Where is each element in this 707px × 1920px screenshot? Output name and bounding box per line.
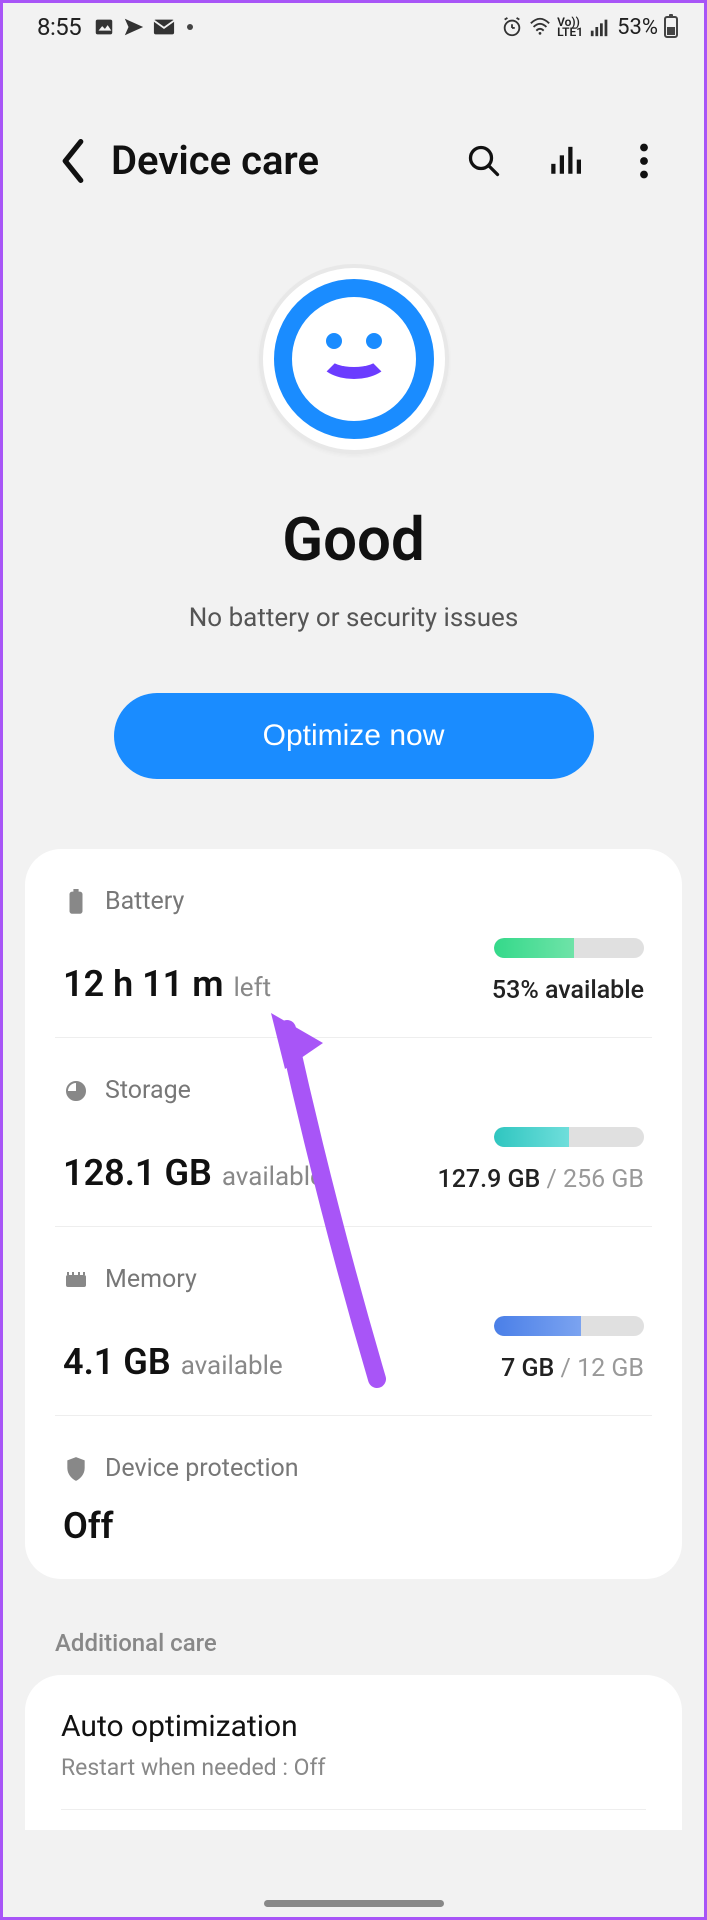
memory-label: Memory	[105, 1265, 197, 1294]
more-options-button[interactable]	[624, 141, 664, 181]
page-title: Device care	[111, 137, 464, 184]
app-header: Device care	[3, 47, 704, 224]
battery-available-text: 53% available	[492, 976, 644, 1005]
additional-care-card: Auto optimization Restart when needed : …	[25, 1675, 682, 1830]
device-status-hero: Good No battery or security issues Optim…	[3, 224, 704, 779]
shield-icon	[63, 1456, 89, 1482]
chart-button[interactable]	[544, 141, 584, 181]
auto-opt-title: Auto optimization	[61, 1709, 646, 1744]
status-right: Vo)) LTE1 53%	[501, 15, 678, 40]
status-title: Good	[43, 504, 664, 575]
protection-label: Device protection	[105, 1454, 299, 1483]
status-subtitle: No battery or security issues	[43, 603, 664, 633]
battery-percent: 53%	[617, 15, 658, 40]
storage-value: 128.1 GB	[63, 1152, 212, 1194]
storage-icon	[63, 1078, 89, 1104]
signal-icon	[589, 16, 611, 38]
status-left: 8:55	[37, 13, 193, 41]
device-stats-card: Battery 12 h 11 m left 53% available Sto…	[25, 849, 682, 1579]
auto-optimization-row[interactable]: Auto optimization Restart when needed : …	[61, 1709, 646, 1781]
storage-label: Storage	[105, 1076, 191, 1105]
status-time: 8:55	[37, 13, 81, 41]
auto-opt-subtitle: Restart when needed : Off	[61, 1754, 646, 1781]
volte-label: Vo)) LTE1	[557, 17, 583, 37]
storage-suffix: available	[222, 1162, 324, 1192]
battery-value: 12 h 11 m	[63, 963, 223, 1005]
battery-row[interactable]: Battery 12 h 11 m left 53% available	[55, 849, 652, 1038]
optimize-now-button[interactable]: Optimize now	[114, 693, 594, 779]
search-button[interactable]	[464, 141, 504, 181]
battery-suffix: left	[233, 973, 271, 1003]
storage-usage-text: 127.9 GB / 256 GB	[438, 1165, 645, 1194]
battery-bar	[494, 938, 644, 958]
send-icon	[123, 16, 145, 38]
storage-row[interactable]: Storage 128.1 GB available 127.9 GB / 25…	[55, 1038, 652, 1227]
storage-bar	[494, 1127, 644, 1147]
status-smiley-icon	[259, 264, 449, 454]
device-protection-row[interactable]: Device protection Off	[55, 1416, 652, 1579]
memory-value: 4.1 GB	[63, 1341, 171, 1383]
protection-value: Off	[63, 1505, 644, 1547]
image-icon	[93, 16, 115, 38]
memory-icon	[63, 1267, 89, 1293]
battery-label: Battery	[105, 887, 184, 916]
additional-care-heading: Additional care	[55, 1629, 652, 1657]
memory-row[interactable]: Memory 4.1 GB available 7 GB / 12 GB	[55, 1227, 652, 1416]
memory-usage-text: 7 GB / 12 GB	[494, 1354, 644, 1383]
divider	[61, 1809, 646, 1810]
battery-icon	[664, 16, 678, 38]
memory-suffix: available	[181, 1351, 283, 1381]
alarm-icon	[501, 16, 523, 38]
status-bar: 8:55 Vo)) LTE1 53%	[3, 3, 704, 47]
battery-icon	[63, 889, 89, 915]
memory-bar	[494, 1316, 644, 1336]
wifi-icon	[529, 16, 551, 38]
mail-icon	[153, 16, 175, 38]
home-indicator[interactable]	[264, 1900, 444, 1907]
more-notifications-dot	[187, 24, 193, 30]
back-button[interactable]	[53, 141, 93, 181]
